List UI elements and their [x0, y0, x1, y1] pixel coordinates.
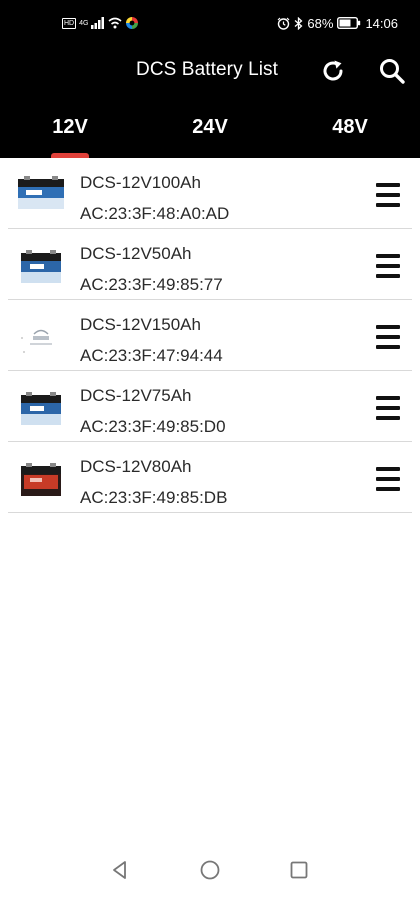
battery-menu-button[interactable]	[374, 322, 402, 352]
refresh-button[interactable]	[318, 56, 348, 86]
menu-line	[376, 467, 400, 471]
app-header: HD 4G 68% 14:06 DCS Battery List 12V 24V…	[0, 0, 420, 158]
menu-line	[376, 487, 400, 491]
menu-line	[376, 477, 400, 481]
menu-line	[376, 183, 400, 187]
search-icon	[380, 59, 405, 84]
status-left: HD 4G	[62, 14, 139, 32]
battery-list-item[interactable]: DCS-12V75Ah AC:23:3F:49:85:D0	[8, 371, 412, 442]
battery-percent: 68%	[307, 15, 334, 31]
search-button[interactable]	[376, 55, 408, 87]
menu-line	[376, 193, 400, 197]
hd-badge-icon: HD	[62, 17, 77, 29]
recents-icon	[290, 861, 308, 879]
battery-name: DCS-12V80Ah	[80, 457, 192, 476]
battery-icon	[337, 17, 361, 29]
system-nav-bar	[0, 844, 420, 900]
recents-button[interactable]	[285, 856, 313, 884]
battery-menu-button[interactable]	[374, 464, 402, 494]
menu-line	[376, 254, 400, 258]
battery-red-icon	[16, 458, 66, 502]
clock: 14:06	[365, 15, 398, 31]
battery-menu-button[interactable]	[374, 393, 402, 423]
menu-line	[376, 335, 400, 339]
battery-list-item[interactable]: DCS-12V100Ah AC:23:3F:48:A0:AD	[8, 158, 412, 229]
battery-name: DCS-12V150Ah	[80, 315, 201, 334]
wifi-icon	[108, 17, 122, 29]
back-icon	[113, 861, 126, 879]
app-notification-icon	[125, 16, 139, 30]
battery-name: DCS-12V100Ah	[80, 173, 201, 192]
battery-list-item[interactable]: DCS-12V80Ah AC:23:3F:49:85:DB	[8, 442, 412, 513]
menu-line	[376, 345, 400, 349]
battery-list: DCS-12V100Ah AC:23:3F:48:A0:AD DCS-12V50…	[0, 158, 420, 513]
bluetooth-icon	[294, 16, 303, 30]
battery-mac-address: AC:23:3F:49:85:77	[80, 275, 223, 294]
menu-line	[376, 396, 400, 400]
title-bar: DCS Battery List	[0, 46, 420, 96]
menu-line	[376, 203, 400, 207]
menu-line	[376, 264, 400, 268]
alarm-icon	[277, 17, 290, 30]
menu-line	[376, 416, 400, 420]
battery-menu-button[interactable]	[374, 180, 402, 210]
tab-48v[interactable]: 48V	[280, 104, 420, 158]
battery-blue-icon	[16, 387, 66, 431]
battery-list-item[interactable]: DCS-12V150Ah AC:23:3F:47:94:44	[8, 300, 412, 371]
menu-line	[376, 274, 400, 278]
battery-mac-address: AC:23:3F:47:94:44	[80, 346, 223, 365]
tab-label: 48V	[332, 116, 368, 138]
page-title: DCS Battery List	[136, 59, 279, 80]
refresh-icon	[323, 60, 343, 81]
battery-name: DCS-12V50Ah	[80, 244, 192, 263]
tab-label: 12V	[52, 116, 88, 138]
voltage-tabs: 12V 24V 48V	[0, 104, 420, 158]
battery-mac-address: AC:23:3F:49:85:DB	[80, 488, 228, 507]
network-type: 4G	[79, 19, 89, 27]
battery-name: DCS-12V75Ah	[80, 386, 192, 405]
status-bar: HD 4G 68% 14:06	[0, 0, 420, 46]
back-button[interactable]	[106, 856, 134, 884]
signal-icon	[91, 17, 105, 29]
battery-mac-address: AC:23:3F:49:85:D0	[80, 417, 226, 436]
battery-blue-wide-icon	[16, 174, 66, 218]
battery-mac-address: AC:23:3F:48:A0:AD	[80, 204, 230, 223]
tab-12v[interactable]: 12V	[0, 104, 140, 158]
tab-24v[interactable]: 24V	[140, 104, 280, 158]
home-icon	[200, 860, 220, 880]
battery-logo-placeholder-icon	[16, 316, 66, 360]
battery-list-item[interactable]: DCS-12V50Ah AC:23:3F:49:85:77	[8, 229, 412, 300]
status-right: 68% 14:06	[277, 13, 398, 33]
menu-line	[376, 406, 400, 410]
battery-menu-button[interactable]	[374, 251, 402, 281]
battery-blue-icon	[16, 245, 66, 289]
menu-line	[376, 325, 400, 329]
tab-label: 24V	[192, 116, 228, 138]
home-button[interactable]	[196, 856, 224, 884]
